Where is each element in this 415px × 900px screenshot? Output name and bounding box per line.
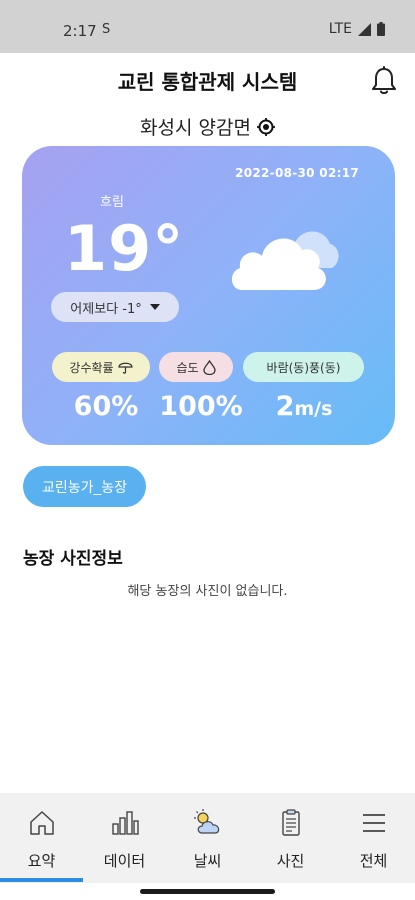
rain-chance-badge: 강수확률 [52, 352, 150, 382]
nav-item-summary[interactable]: 요약 [0, 793, 83, 883]
clipboard-icon [281, 809, 300, 836]
bottom-nav: 요약 데이터 날씨 사진 전체 [0, 793, 415, 883]
wind-badge: 바람(동)풍(동) [243, 352, 364, 382]
droplet-icon [202, 359, 216, 375]
empty-message: 해당 농장의 사진이 없습니다. [127, 584, 288, 599]
weather-icon [193, 809, 219, 834]
status-carrier-icon: S [102, 22, 111, 37]
home-gesture-bar[interactable] [140, 889, 275, 894]
humidity-value: 100% [159, 391, 243, 422]
nav-label: 데이터 [103, 852, 146, 870]
compare-label: 어제보다 -1° [70, 301, 142, 317]
humidity-label: 습도 [176, 360, 199, 375]
section-title: 농장 사진정보 [23, 549, 123, 569]
nav-item-weather[interactable]: 날씨 [166, 793, 249, 883]
wind-speed: 2 [275, 391, 295, 422]
bell-icon[interactable] [370, 66, 398, 96]
nav-label: 사진 [276, 852, 305, 870]
status-time: 2:17 [63, 22, 97, 40]
nav-item-photos[interactable]: 사진 [249, 793, 332, 883]
nav-label: 요약 [27, 852, 56, 870]
weather-datetime: 2022-08-30 02:17 [235, 166, 359, 180]
chevron-down-icon [149, 304, 160, 310]
humidity-badge: 습도 [159, 352, 233, 382]
wind-value: 2m/s [255, 391, 353, 422]
location-name: 화성시 양감면 [140, 117, 251, 139]
temperature: 19° [64, 212, 185, 285]
battery-icon [377, 22, 385, 36]
nav-item-all[interactable]: 전체 [332, 793, 415, 883]
rain-label: 강수확률 [69, 360, 114, 375]
nav-item-data[interactable]: 데이터 [83, 793, 166, 883]
weather-card: 2022-08-30 02:17 흐림 19° 어제보다 -1° 강수확률 습도… [22, 146, 395, 445]
rain-chance-value: 60% [73, 391, 139, 422]
network-type: LTE [328, 21, 352, 37]
menu-icon [362, 814, 385, 832]
nav-active-indicator [0, 878, 83, 882]
home-icon [29, 811, 54, 835]
location-row[interactable]: 화성시 양감면 [0, 113, 415, 140]
weather-condition: 흐림 [100, 195, 124, 210]
signal-icon [358, 22, 371, 36]
nav-label: 날씨 [193, 852, 222, 870]
page-title: 교린 통합관제 시스템 [117, 70, 298, 94]
nav-label: 전체 [359, 852, 388, 870]
cloud-icon [231, 231, 339, 290]
farm-select-button[interactable]: 교린농가_농장 [23, 466, 146, 507]
status-bar: 2:17 S LTE [0, 0, 415, 53]
compare-dropdown[interactable]: 어제보다 -1° [51, 292, 179, 322]
umbrella-icon [117, 362, 133, 374]
wind-label: 바람(동)풍(동) [266, 360, 341, 375]
gps-target-icon[interactable] [256, 117, 275, 136]
bar-chart-icon [111, 811, 139, 835]
wind-unit: m/s [294, 398, 333, 420]
status-right: LTE [329, 21, 385, 37]
